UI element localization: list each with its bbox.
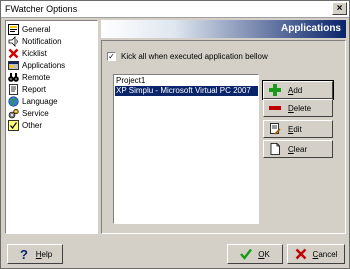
close-window-button[interactable]: × <box>332 2 347 15</box>
delete-label: Delete <box>288 103 312 113</box>
red-x-icon <box>8 48 19 59</box>
sidebar-item-label: Service <box>22 108 49 118</box>
sidebar-item-label: General <box>22 24 51 34</box>
list-item[interactable]: Project1 <box>115 76 258 86</box>
delete-button[interactable]: Delete <box>263 99 333 117</box>
sidebar-item-general[interactable]: General <box>8 23 50 35</box>
applications-list[interactable]: Project1 XP Simplu - Microsoft Virtual P… <box>113 74 259 224</box>
ok-label: OK <box>258 249 270 259</box>
help-question-icon: ? <box>18 247 30 262</box>
kick-all-checkbox-row[interactable]: ✓ Kick all when executed application bel… <box>107 52 268 61</box>
sidebar-item-notification[interactable]: Notification <box>8 35 62 47</box>
sidebar-item-service[interactable]: Service <box>8 107 49 119</box>
edit-label: Edit <box>288 124 302 134</box>
cancel-x-icon <box>295 248 307 260</box>
clear-button[interactable]: Clear <box>263 140 333 158</box>
sidebar-item-kicklist[interactable]: Kicklist <box>8 47 47 59</box>
kick-all-checkbox[interactable]: ✓ <box>107 52 116 61</box>
options-window: FWatcher Options × General Notification … <box>0 0 350 269</box>
title-bar: FWatcher Options × <box>1 1 349 18</box>
sidebar-item-remote[interactable]: Remote <box>8 71 50 83</box>
checkmark-icon <box>240 248 253 260</box>
cancel-label: Cancel <box>312 249 338 259</box>
speaker-icon <box>8 35 19 47</box>
sidebar-item-label: Report <box>22 84 47 94</box>
globe-icon <box>8 95 19 107</box>
applications-icon <box>8 60 19 71</box>
gear-icon <box>8 108 19 119</box>
page-title: Applications <box>280 23 341 34</box>
window-title: FWatcher Options <box>5 4 78 14</box>
ok-button[interactable]: OK <box>227 244 283 264</box>
general-icon <box>8 23 19 35</box>
other-icon <box>8 119 19 131</box>
clear-label: Clear <box>288 144 308 154</box>
list-item-selected[interactable]: XP Simplu - Microsoft Virtual PC 2007 <box>115 86 258 96</box>
report-icon <box>8 83 19 95</box>
section-header: Applications <box>101 20 346 38</box>
help-label: Help <box>35 249 53 259</box>
help-button[interactable]: ? Help <box>7 244 63 264</box>
edit-button[interactable]: Edit <box>263 120 333 138</box>
sidebar-item-label: Notification <box>22 36 62 46</box>
sidebar-item-label: Language <box>22 96 58 106</box>
sidebar-item-other[interactable]: Other <box>8 119 42 131</box>
blank-page-icon <box>269 143 281 155</box>
sidebar-item-report[interactable]: Report <box>8 83 46 95</box>
cancel-button[interactable]: Cancel <box>287 244 345 264</box>
edit-icon <box>269 123 281 135</box>
sidebar-item-language[interactable]: Language <box>8 95 58 107</box>
svg-text:?: ? <box>20 248 28 260</box>
add-label: Add <box>288 85 303 95</box>
sidebar-item-label: Other <box>22 120 43 130</box>
binoculars-icon <box>8 72 19 83</box>
add-button[interactable]: Add <box>262 80 334 100</box>
minus-icon <box>269 102 281 114</box>
sidebar-item-applications[interactable]: Applications <box>8 59 65 71</box>
applications-panel: ✓ Kick all when executed application bel… <box>101 40 346 234</box>
sidebar-item-label: Remote <box>22 72 51 82</box>
options-sidebar: General Notification Kicklist Applicatio… <box>5 20 98 234</box>
sidebar-item-label: Applications <box>22 60 66 70</box>
kick-all-label: Kick all when executed application bello… <box>121 52 268 61</box>
sidebar-item-label: Kicklist <box>22 48 47 58</box>
plus-icon <box>269 84 281 96</box>
